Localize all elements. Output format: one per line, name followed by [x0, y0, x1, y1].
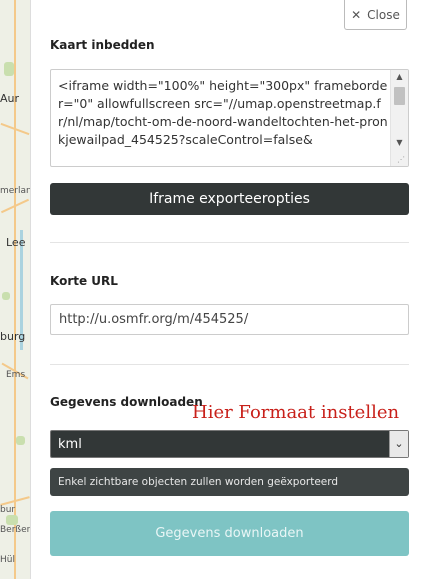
embed-code-scrollbar[interactable]: ▲ ▼ [390, 70, 408, 166]
scroll-down-icon[interactable]: ▼ [391, 136, 408, 150]
divider [50, 364, 409, 365]
scroll-up-icon[interactable]: ▲ [391, 70, 408, 84]
short-url-title: Korte URL [50, 274, 118, 288]
map-park [16, 436, 25, 445]
resize-grip-icon[interactable]: ⋰ [397, 155, 405, 164]
map-background[interactable]: Aur merlan Lee burg Ems bur Berßen Hül [0, 0, 30, 579]
close-label: Close [367, 7, 400, 22]
embed-title: Kaart inbedden [50, 38, 155, 52]
divider [50, 242, 409, 243]
map-park [6, 515, 18, 525]
short-url-input[interactable] [50, 304, 409, 335]
chevron-down-icon[interactable]: ⌄ [389, 431, 408, 457]
format-select-value: kml [58, 437, 82, 452]
embed-code-text: <iframe width="100%" height="300px" fram… [58, 78, 388, 147]
annotation-text: Hier Formaat instellen [192, 402, 400, 423]
map-road [14, 0, 16, 579]
map-place-label: Berßen [0, 525, 30, 535]
map-park [4, 62, 14, 76]
map-place-label: Ems [6, 370, 26, 380]
map-place-label: Lee [6, 236, 26, 249]
map-park [2, 292, 10, 300]
format-select[interactable]: kml ⌄ [50, 430, 409, 458]
share-panel: ✕ Close Kaart inbedden <iframe width="10… [30, 0, 428, 579]
map-place-label: burg [0, 330, 26, 343]
map-place-label: Aur [0, 92, 20, 105]
map-place-label: bur [0, 505, 16, 515]
close-button[interactable]: ✕ Close [344, 0, 407, 30]
download-title: Gegevens downloaden [50, 395, 203, 409]
download-data-button[interactable]: Gegevens downloaden [50, 511, 409, 556]
close-icon: ✕ [351, 7, 362, 22]
export-info-text: Enkel zichtbare objecten zullen worden g… [50, 468, 409, 496]
iframe-options-button[interactable]: Iframe exporteeropties [50, 183, 409, 215]
map-place-label: Hül [0, 555, 15, 565]
embed-code-textarea[interactable]: <iframe width="100%" height="300px" fram… [50, 69, 409, 167]
map-place-label: merlan [0, 186, 30, 196]
scroll-thumb[interactable] [394, 87, 405, 105]
